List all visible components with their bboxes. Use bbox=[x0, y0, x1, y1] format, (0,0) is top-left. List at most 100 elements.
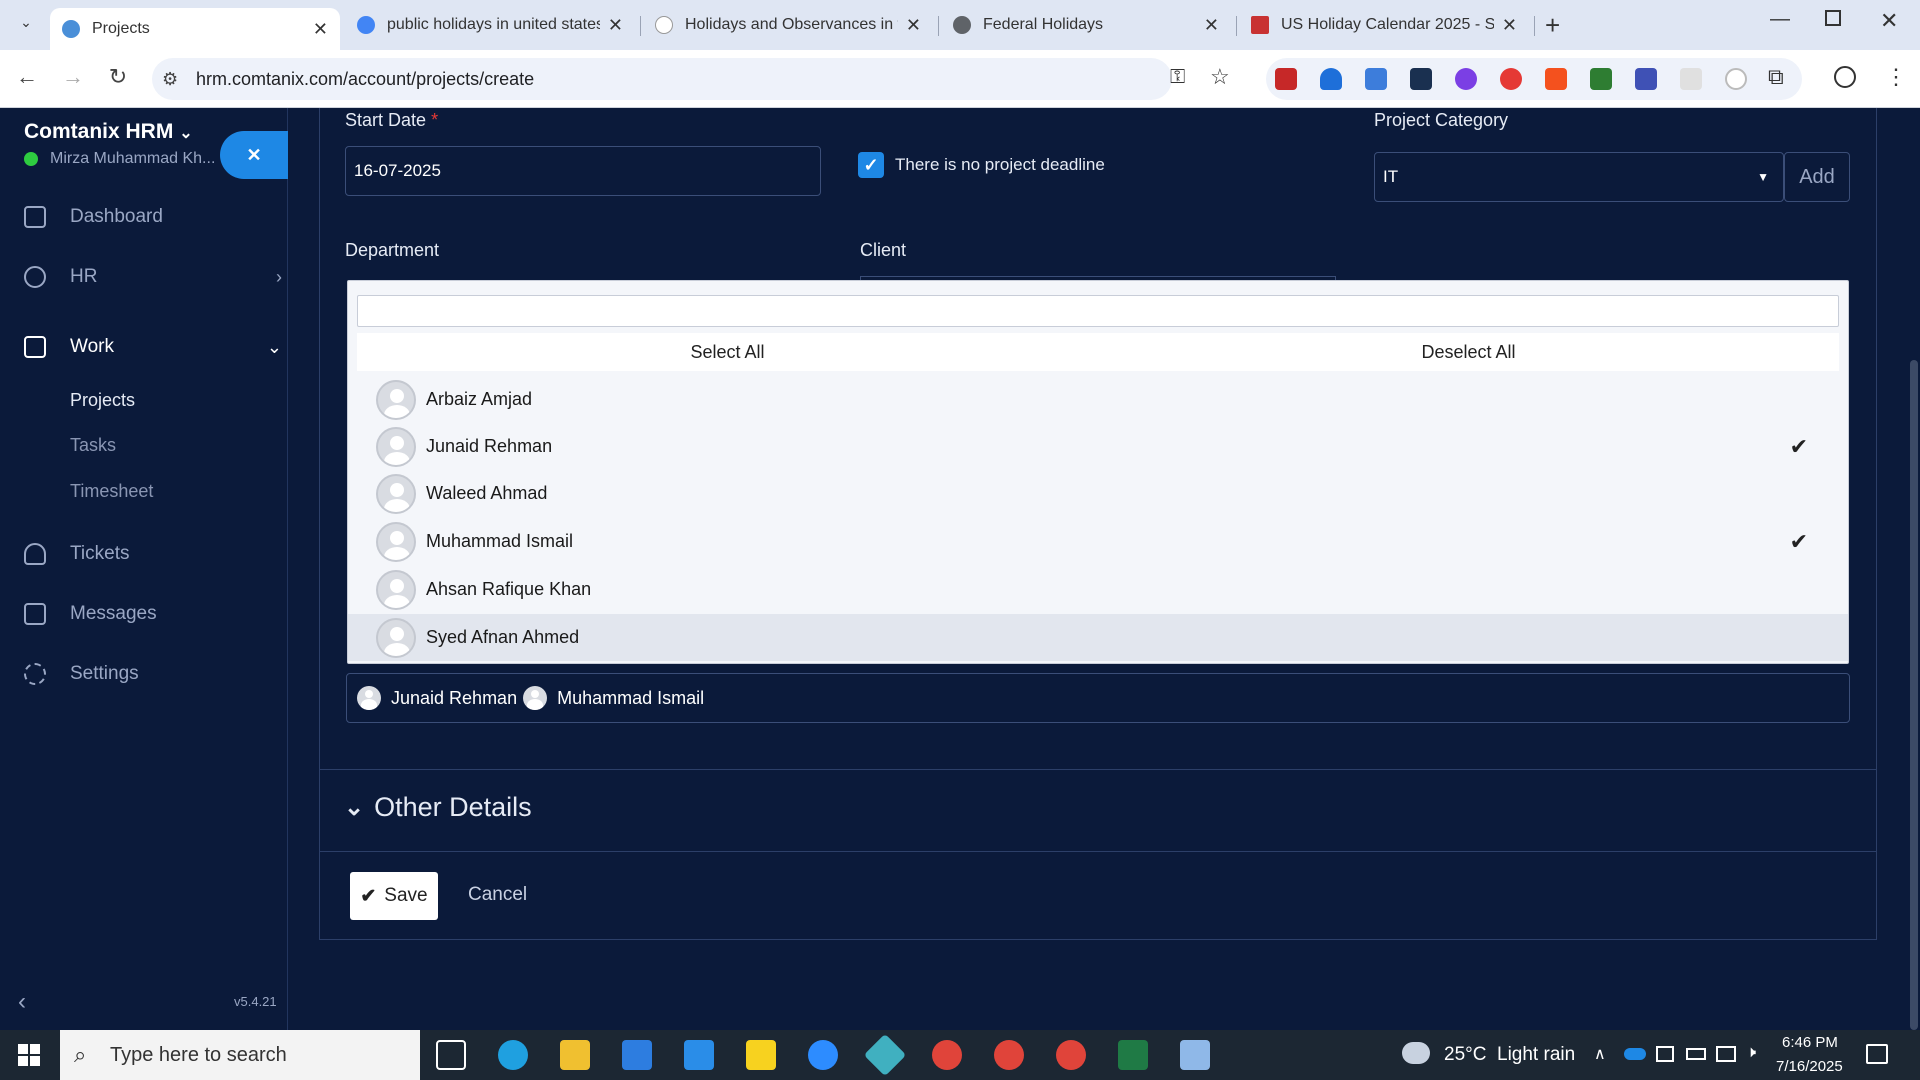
no-deadline-checkbox[interactable]: ✓ bbox=[858, 152, 884, 178]
chip-label: Junaid Rehman bbox=[391, 687, 518, 708]
collapse-sidebar-icon[interactable]: ‹ bbox=[18, 988, 26, 1016]
zoom-icon[interactable] bbox=[808, 1040, 838, 1070]
deselect-all-button[interactable]: Deselect All bbox=[1098, 333, 1839, 371]
tab-us-holiday-calendar[interactable]: US Holiday Calendar 2025 - Spr ✕ bbox=[1239, 8, 1529, 42]
option-junaid-rehman[interactable]: Junaid Rehman ✔ bbox=[348, 423, 1848, 470]
sticky-notes-icon[interactable] bbox=[746, 1040, 776, 1070]
battery-icon[interactable] bbox=[1686, 1048, 1706, 1060]
scrollbar-thumb[interactable] bbox=[1910, 360, 1918, 1030]
tab-holidays-observances[interactable]: Holidays and Observances in th ✕ bbox=[643, 8, 933, 42]
pdf-extension-icon[interactable] bbox=[1275, 68, 1297, 90]
option-ahsan-rafique-khan[interactable]: Ahsan Rafique Khan bbox=[348, 566, 1848, 613]
tab-google-search[interactable]: public holidays in united states ✕ bbox=[345, 8, 635, 42]
document-extension-icon[interactable] bbox=[1365, 68, 1387, 90]
sidebar-item-hr[interactable]: HR › bbox=[24, 266, 282, 288]
blank-extension-icon[interactable] bbox=[1680, 68, 1702, 90]
network-drive-icon[interactable] bbox=[1656, 1046, 1674, 1062]
restore-icon[interactable] bbox=[1825, 10, 1841, 26]
start-date-input[interactable]: 16-07-2025 bbox=[345, 146, 821, 196]
taskbar-search-input[interactable]: Type here to search bbox=[60, 1030, 420, 1080]
sidebar-item-messages[interactable]: Messages bbox=[24, 603, 157, 625]
site-info-icon[interactable]: ⚙ bbox=[162, 69, 178, 90]
extensions-puzzle-icon[interactable]: ⧉ bbox=[1768, 64, 1784, 90]
bookmark-star-icon[interactable]: ☆ bbox=[1210, 64, 1230, 90]
url-text[interactable]: hrm.comtanix.com/account/projects/create bbox=[196, 69, 534, 90]
store-icon[interactable] bbox=[622, 1040, 652, 1070]
sidebar-subitem-tasks[interactable]: Tasks bbox=[70, 435, 116, 456]
chrome-icon[interactable] bbox=[1056, 1040, 1086, 1070]
profile-icon[interactable] bbox=[1834, 66, 1856, 88]
save-button[interactable]: ✔ Save bbox=[350, 872, 438, 920]
sidebar bbox=[0, 108, 288, 1030]
sidebar-subitem-projects[interactable]: Projects bbox=[70, 390, 135, 411]
close-tab-icon[interactable]: ✕ bbox=[608, 15, 623, 36]
project-category-select[interactable]: IT ▼ bbox=[1374, 152, 1784, 202]
file-explorer-icon[interactable] bbox=[560, 1040, 590, 1070]
badge-extension-icon[interactable] bbox=[1635, 68, 1657, 90]
option-muhammad-ismail[interactable]: Muhammad Ismail ✔ bbox=[348, 518, 1848, 565]
back-icon[interactable]: ← bbox=[12, 62, 42, 92]
mail-icon[interactable] bbox=[684, 1040, 714, 1070]
network-icon[interactable] bbox=[1716, 1046, 1736, 1062]
tab-federal-holidays[interactable]: Federal Holidays ✕ bbox=[941, 8, 1231, 42]
sidebar-item-settings[interactable]: Settings bbox=[24, 663, 139, 685]
tab-list-button[interactable]: ⌄ bbox=[12, 14, 40, 38]
selected-members-field[interactable]: Junaid Rehman Muhammad Ismail bbox=[346, 673, 1850, 723]
notifications-icon[interactable] bbox=[1866, 1044, 1888, 1064]
edge-browser-icon[interactable] bbox=[498, 1040, 528, 1070]
password-key-icon[interactable]: ⚿ bbox=[1170, 66, 1185, 89]
clapper-extension-icon[interactable] bbox=[1410, 68, 1432, 90]
clock-time[interactable]: 6:46 PM bbox=[1782, 1034, 1838, 1051]
tab-projects[interactable]: Projects ✕ bbox=[50, 8, 340, 50]
select-all-button[interactable]: Select All bbox=[357, 333, 1098, 371]
chevron-right-icon: › bbox=[276, 266, 282, 287]
compass-extension-icon[interactable] bbox=[1725, 68, 1747, 90]
excel-icon[interactable] bbox=[1118, 1040, 1148, 1070]
forward-icon[interactable]: → bbox=[58, 62, 88, 92]
close-sidebar-button[interactable]: ✕ bbox=[220, 131, 288, 179]
sidebar-item-work[interactable]: Work ⌄ bbox=[24, 336, 282, 358]
department-label: Department bbox=[345, 240, 440, 260]
close-tab-icon[interactable]: ✕ bbox=[1204, 15, 1219, 36]
reload-icon[interactable]: ↻ bbox=[103, 62, 133, 92]
close-tab-icon[interactable]: ✕ bbox=[313, 19, 328, 40]
windows-start-icon[interactable] bbox=[18, 1044, 40, 1066]
notepad-icon[interactable] bbox=[1180, 1040, 1210, 1070]
task-view-icon[interactable] bbox=[436, 1040, 466, 1070]
onedrive-icon[interactable] bbox=[1624, 1048, 1646, 1060]
percent-extension-icon[interactable] bbox=[1545, 68, 1567, 90]
weather-text[interactable]: 25°C Light rain bbox=[1444, 1044, 1575, 1066]
option-arbaiz-amjad[interactable]: Arbaiz Amjad bbox=[348, 376, 1848, 423]
sidebar-subitem-timesheet[interactable]: Timesheet bbox=[70, 481, 153, 502]
sidebar-item-label: Settings bbox=[70, 663, 139, 684]
dropdown-search-input[interactable] bbox=[357, 295, 1839, 327]
chrome-icon[interactable] bbox=[932, 1040, 962, 1070]
new-tab-icon[interactable]: + bbox=[1545, 10, 1560, 41]
sidebar-item-tickets[interactable]: Tickets bbox=[24, 543, 129, 565]
chevron-up-icon[interactable]: ∧ bbox=[1594, 1044, 1606, 1064]
tab-separator bbox=[640, 16, 641, 36]
option-syed-afnan-ahmed[interactable]: Syed Afnan Ahmed bbox=[348, 614, 1848, 661]
tab-title: public holidays in united states bbox=[387, 16, 600, 33]
other-details-toggle[interactable]: ⌄ Other Details bbox=[344, 792, 532, 823]
sidebar-item-dashboard[interactable]: Dashboard bbox=[24, 206, 163, 228]
checkmark-icon: ✔ bbox=[1789, 528, 1808, 554]
option-waleed-ahmad[interactable]: Waleed Ahmad bbox=[348, 470, 1848, 517]
globe-icon bbox=[953, 16, 971, 34]
close-tab-icon[interactable]: ✕ bbox=[906, 15, 921, 36]
cancel-button[interactable]: Cancel bbox=[468, 884, 527, 906]
caret-down-icon: ▼ bbox=[1757, 170, 1769, 184]
add-category-button[interactable]: Add bbox=[1784, 152, 1850, 202]
close-window-icon[interactable]: ✕ bbox=[1880, 8, 1898, 34]
clock-date[interactable]: 7/16/2025 bbox=[1776, 1058, 1843, 1075]
close-tab-icon[interactable]: ✕ bbox=[1502, 15, 1517, 36]
brand-title[interactable]: Comtanix HRM ⌄ bbox=[24, 120, 193, 144]
shield-extension-icon[interactable] bbox=[1320, 68, 1342, 90]
circle-extension-icon[interactable] bbox=[1455, 68, 1477, 90]
pokeball-extension-icon[interactable] bbox=[1500, 68, 1522, 90]
menu-kebab-icon[interactable]: ⋮ bbox=[1885, 64, 1907, 90]
minimize-icon[interactable]: — bbox=[1770, 8, 1790, 31]
bw-extension-icon[interactable] bbox=[1590, 68, 1612, 90]
speaker-muted-icon[interactable]: 🕨 bbox=[1746, 1044, 1756, 1062]
chrome-icon[interactable] bbox=[994, 1040, 1024, 1070]
